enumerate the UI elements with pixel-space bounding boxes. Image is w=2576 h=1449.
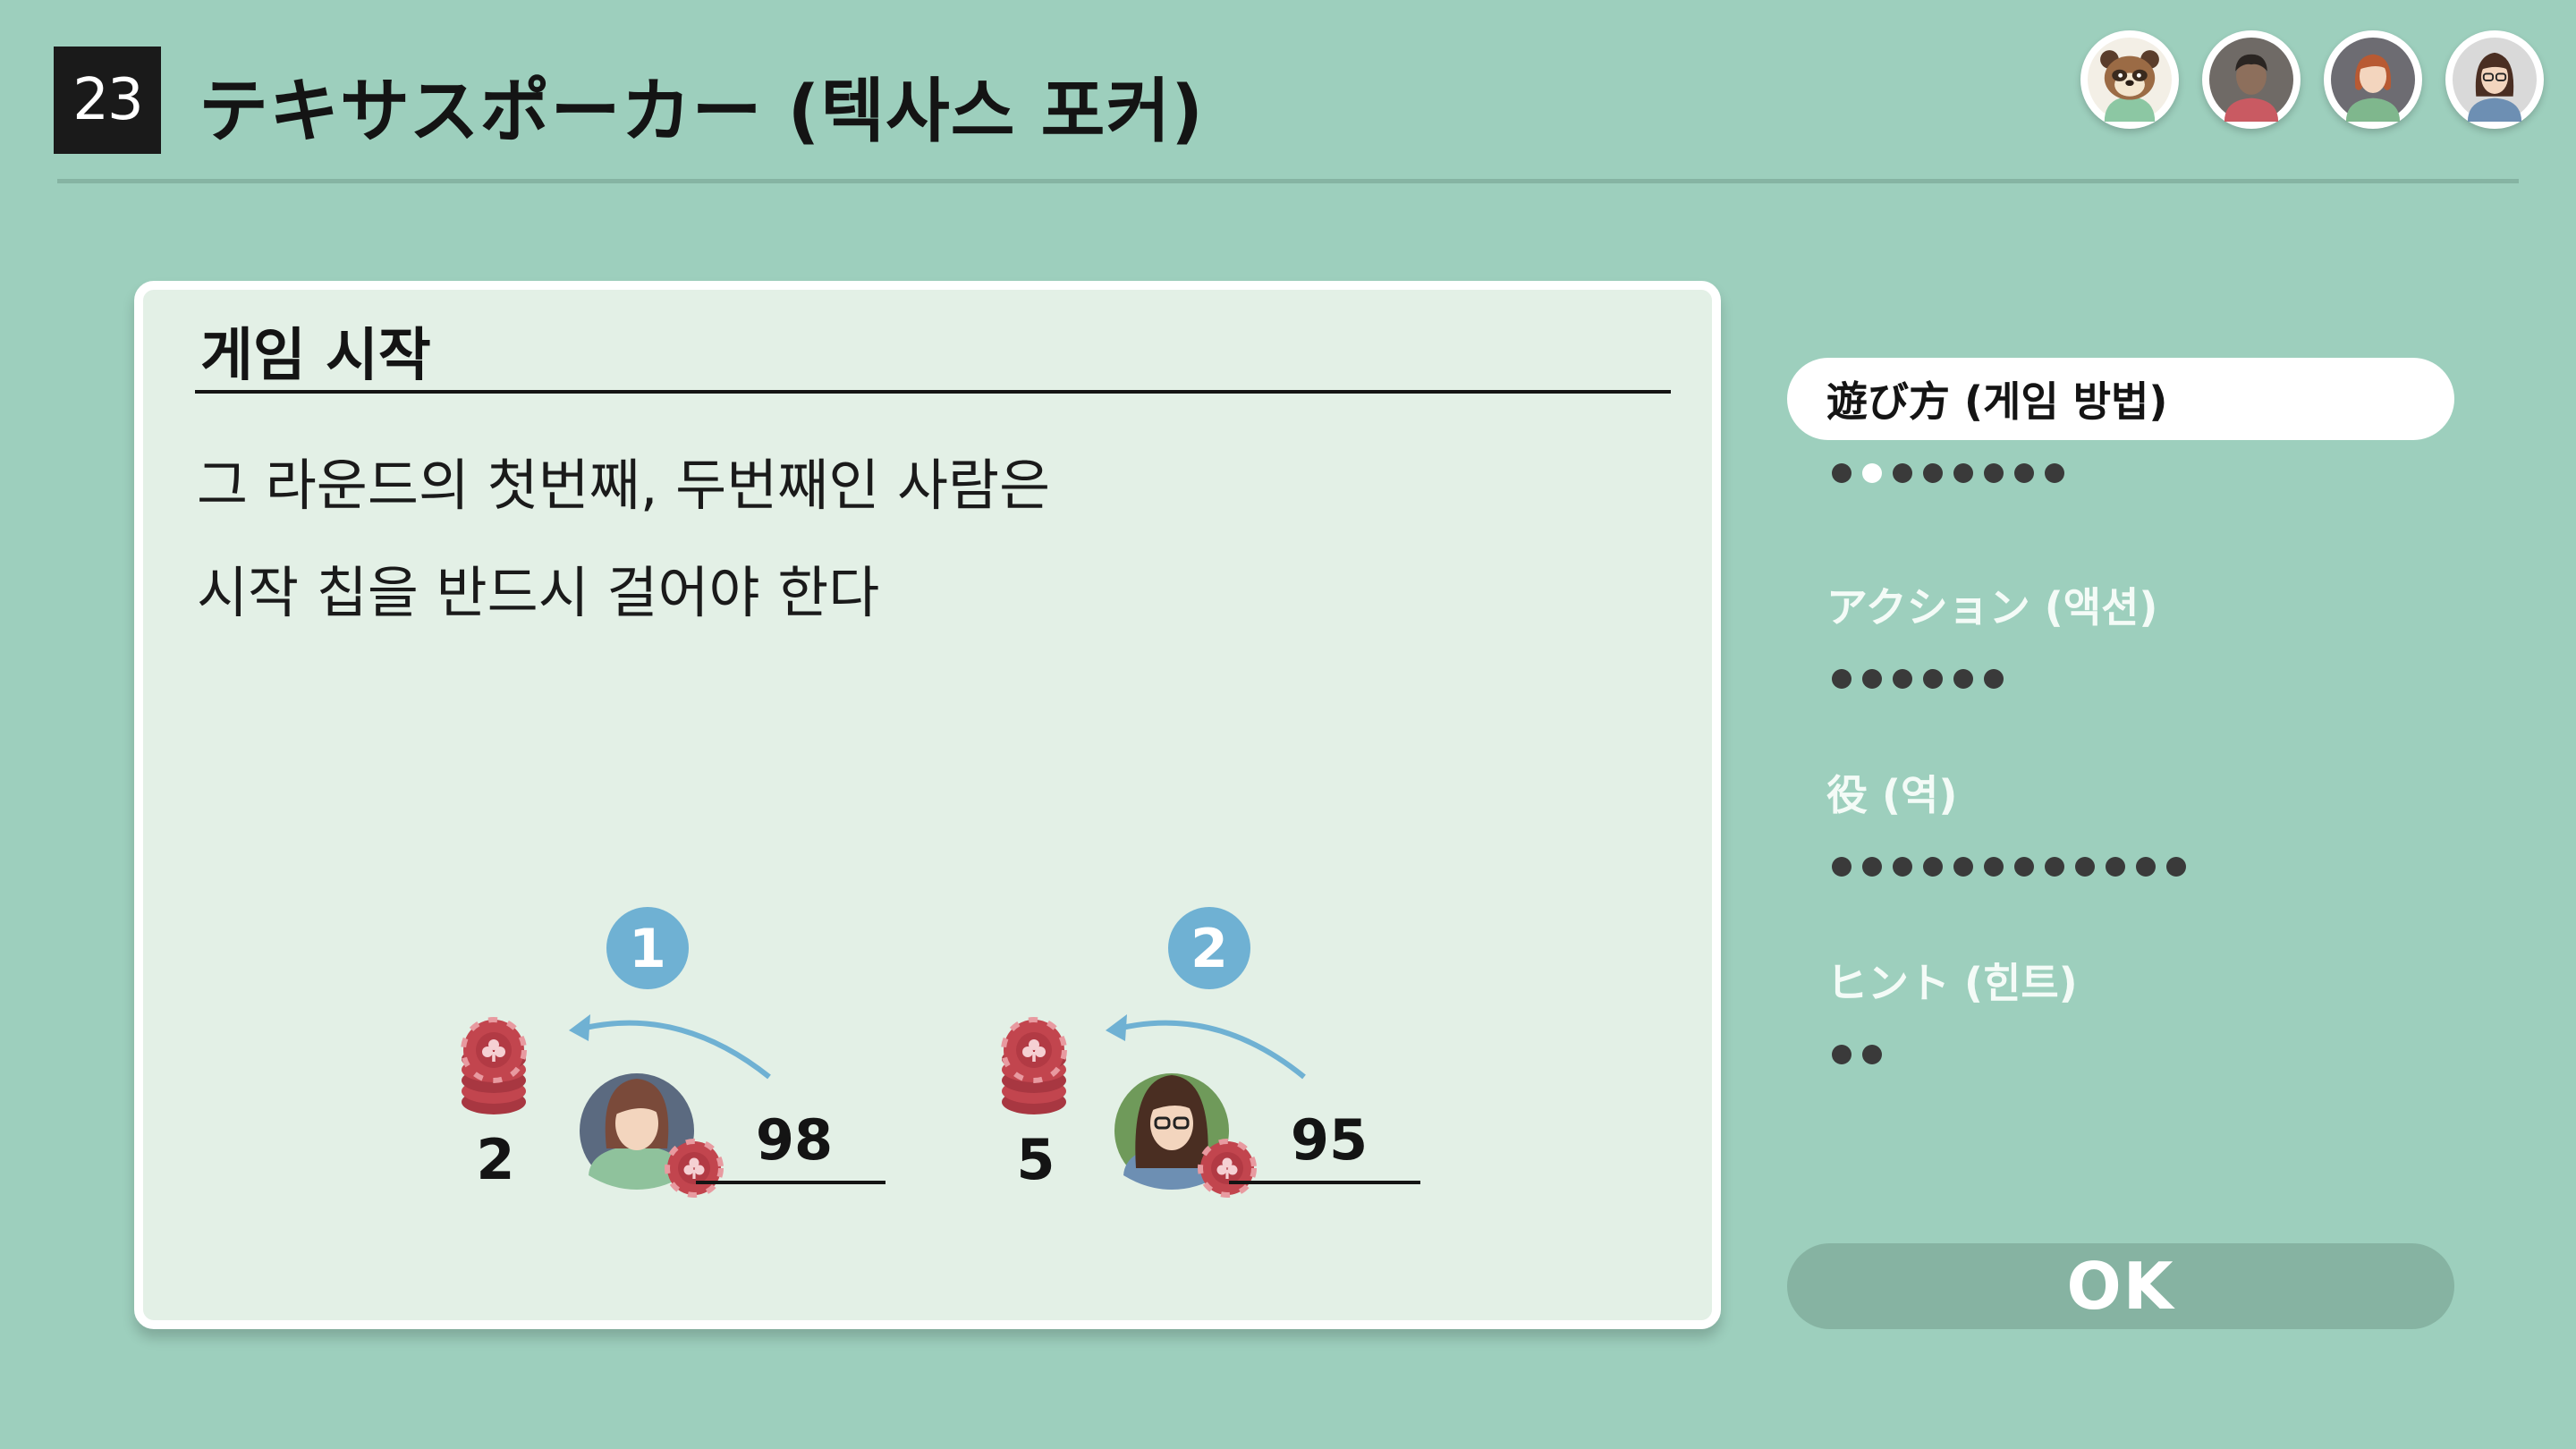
page-dot <box>2045 463 2064 483</box>
page-dot <box>1862 669 1882 689</box>
stack-underline-1 <box>696 1181 886 1184</box>
page-dot <box>2136 857 2156 877</box>
svg-text:1: 1 <box>629 918 666 980</box>
card-text-line-1: 그 라운드의 첫번째, 두번째인 사람은 <box>197 453 1051 518</box>
ok-button[interactable]: OK <box>1787 1243 2454 1329</box>
page-dots-hints <box>1787 1041 2454 1068</box>
page-dot <box>2106 857 2125 877</box>
pass-arrow-1 <box>580 1020 771 1080</box>
game-title: テキサスポーカー (텍사스 포커) <box>199 72 1204 152</box>
red-hair-woman-avatar-icon <box>2324 30 2422 129</box>
stack-amount-1: 98 <box>756 1107 833 1173</box>
bet-amount-2: 5 <box>1016 1127 1055 1192</box>
page-dot <box>1923 857 1943 877</box>
pass-arrowhead-1 <box>569 1014 590 1041</box>
svg-text:2: 2 <box>1191 918 1228 980</box>
page-dot <box>1862 1045 1882 1064</box>
page-dots-how-to-play <box>1787 460 2454 487</box>
menu-item-actions[interactable]: アクション (액션) <box>1787 564 2454 646</box>
page-dot <box>1923 669 1943 689</box>
page-dot <box>1953 857 1973 877</box>
menu-item-hints[interactable]: ヒント (힌트) <box>1787 939 2454 1021</box>
page-dot <box>1893 857 1912 877</box>
page-dot <box>1923 463 1943 483</box>
page-dot <box>2014 857 2034 877</box>
order-badge-2: 2 <box>1168 907 1250 989</box>
menu-item-hands[interactable]: 役 (역) <box>1787 751 2454 834</box>
page-dot <box>1953 669 1973 689</box>
card-heading: 게임 시작 <box>200 323 431 389</box>
page-dot <box>2166 857 2186 877</box>
page-dot <box>1832 857 1852 877</box>
page-dot <box>1832 1045 1852 1064</box>
page-dot <box>2045 857 2064 877</box>
pass-arrow-2 <box>1117 1020 1306 1080</box>
header-divider <box>57 179 2519 183</box>
rules-menu: 遊び方 (게임 방법) アクション (액션) 役 (역) ヒント (힌트) <box>1787 358 2454 1068</box>
bet-chip-stack-2 <box>1002 1020 1066 1114</box>
stack-amount-2: 95 <box>1291 1107 1368 1173</box>
stack-underline-2 <box>1229 1181 1420 1184</box>
page-dots-actions <box>1787 665 2454 692</box>
page-dot <box>1953 463 1973 483</box>
page-dots-hands <box>1787 853 2454 880</box>
player-2-chip-icon <box>1200 1141 1254 1195</box>
rules-card: 게임 시작 그 라운드의 첫번째, 두번째인 사람은 시작 칩을 반드시 걸어야… <box>134 281 1721 1329</box>
card-divider <box>195 390 1671 394</box>
page-dot <box>1984 463 2004 483</box>
order-badge-1: 1 <box>606 907 689 989</box>
menu-item-how-to-play[interactable]: 遊び方 (게임 방법) <box>1787 358 2454 440</box>
page-dot <box>1984 857 2004 877</box>
game-number-badge: 23 <box>54 47 161 154</box>
page-dot <box>1832 463 1852 483</box>
blind-bet-illustration: 1 2 98 2 5 95 <box>143 907 1420 1327</box>
page-dot <box>1893 463 1912 483</box>
page-dot <box>1862 463 1882 483</box>
dark-hair-man-avatar-icon <box>2202 30 2301 129</box>
bet-chip-stack-1 <box>462 1020 526 1114</box>
page-dot <box>1862 857 1882 877</box>
tanuki-villager-avatar-icon <box>2080 30 2179 129</box>
page-dot <box>1984 669 2004 689</box>
player-1-chip-icon <box>667 1141 721 1195</box>
glasses-woman-avatar-icon <box>2445 30 2544 129</box>
page-dot <box>1832 669 1852 689</box>
card-text-line-2: 시작 칩을 반드시 걸어야 한다 <box>197 560 880 625</box>
page-dot <box>2075 857 2095 877</box>
player-avatars <box>2080 30 2544 129</box>
page-dot <box>2014 463 2034 483</box>
pass-arrowhead-2 <box>1106 1014 1127 1041</box>
page-dot <box>1893 669 1912 689</box>
bet-amount-1: 2 <box>476 1127 514 1192</box>
